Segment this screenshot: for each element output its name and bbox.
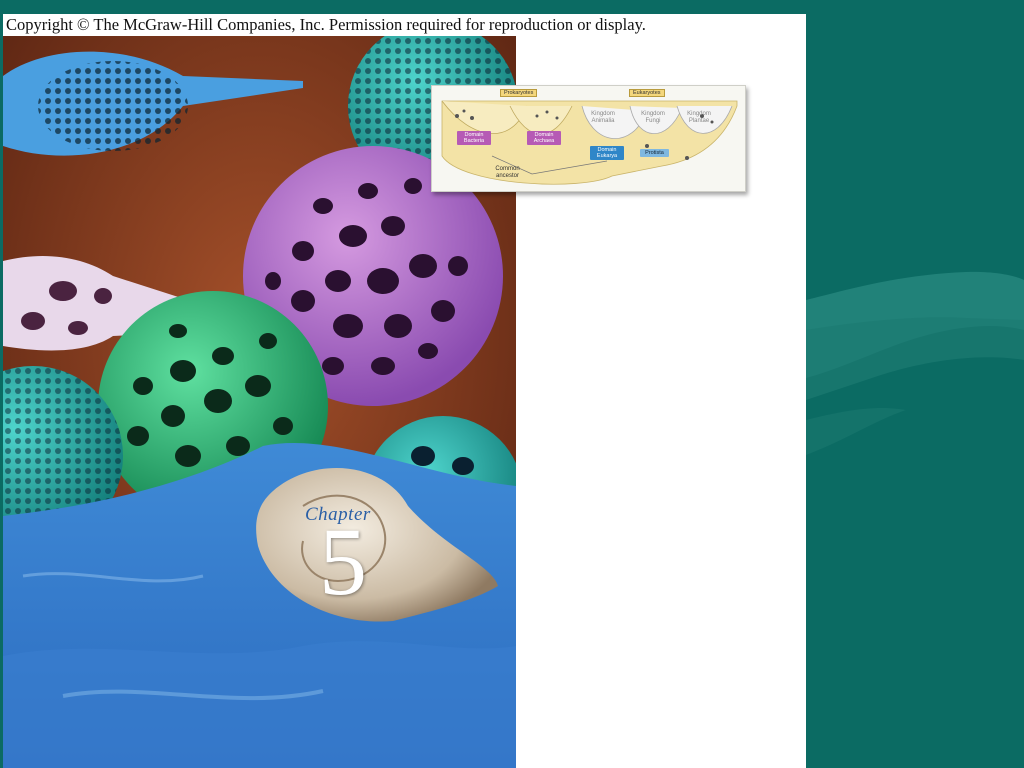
domain-bacteria-box: Domain Bacteria <box>457 131 491 145</box>
kingdom-fungi-label: Kingdom Fungi <box>641 111 665 124</box>
background-wave <box>806 0 1024 768</box>
kingdom-plantae-label: Kingdom Plantae <box>687 111 711 124</box>
kingdom-animalia-label: Kingdom Animalia <box>591 111 615 124</box>
prokaryotes-header: Prokaryotes <box>500 89 538 97</box>
common-ancestor-label: Common ancestor <box>495 166 520 179</box>
copyright-notice: Copyright © The McGraw-Hill Companies, I… <box>6 15 646 34</box>
chapter-number: 5 <box>319 508 367 615</box>
tree-of-life-figure: Prokaryotes Eukaryotes Domain Bacteria D… <box>431 85 746 192</box>
eukaryotes-header: Eukaryotes <box>629 89 665 97</box>
domain-eukarya-box: Domain Eukarya <box>590 146 624 160</box>
protista-box: Protista <box>640 149 669 157</box>
domain-archaea-box: Domain Archaea <box>527 131 561 145</box>
